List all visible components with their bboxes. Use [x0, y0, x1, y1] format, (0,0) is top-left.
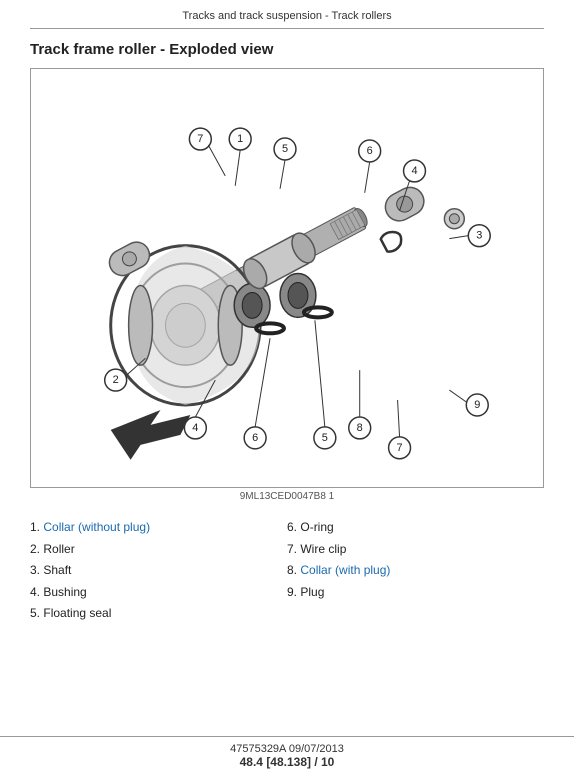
- part-2: 2. Roller: [30, 539, 287, 561]
- part-8: 8. Collar (with plug): [287, 560, 544, 582]
- parts-col-2: 6. O-ring 7. Wire clip 8. Collar (with p…: [287, 517, 544, 625]
- diagram-box: 1 7 5 6 4 3 2: [30, 68, 544, 488]
- part-3: 3. Shaft: [30, 560, 287, 582]
- svg-text:5: 5: [322, 432, 328, 444]
- part-6: 6. O-ring: [287, 517, 544, 539]
- header-title: Tracks and track suspension - Track roll…: [182, 10, 391, 22]
- part-4: 4. Bushing: [30, 582, 287, 604]
- svg-text:8: 8: [357, 422, 363, 434]
- exploded-view-diagram: 1 7 5 6 4 3 2: [31, 69, 543, 487]
- svg-text:6: 6: [367, 145, 373, 157]
- footer-doc-num: 47575329A 09/07/2013: [0, 743, 574, 755]
- part-9: 9. Plug: [287, 582, 544, 604]
- svg-text:6: 6: [252, 432, 258, 444]
- page: Tracks and track suspension - Track roll…: [0, 0, 574, 773]
- svg-text:3: 3: [476, 230, 482, 242]
- page-footer: 47575329A 09/07/2013 48.4 [48.138] / 10: [0, 736, 574, 773]
- svg-text:9: 9: [474, 399, 480, 411]
- part-7: 7. Wire clip: [287, 539, 544, 561]
- diagram-label: 9ML13CED0047B8 1: [30, 488, 544, 505]
- parts-list: 1. Collar (without plug) 2. Roller 3. Sh…: [30, 505, 544, 633]
- parts-col-1: 1. Collar (without plug) 2. Roller 3. Sh…: [30, 517, 287, 625]
- page-header: Tracks and track suspension - Track roll…: [30, 0, 544, 29]
- svg-text:2: 2: [113, 374, 119, 386]
- svg-text:7: 7: [397, 442, 403, 454]
- part-1: 1. Collar (without plug): [30, 517, 287, 539]
- svg-text:5: 5: [282, 143, 288, 155]
- svg-text:4: 4: [411, 165, 417, 177]
- svg-text:1: 1: [237, 133, 243, 145]
- section-title: Track frame roller - Exploded view: [30, 29, 544, 68]
- footer-page-num: 48.4 [48.138] / 10: [0, 755, 574, 769]
- svg-text:7: 7: [197, 133, 203, 145]
- svg-text:4: 4: [192, 422, 198, 434]
- part-5: 5. Floating seal: [30, 603, 287, 625]
